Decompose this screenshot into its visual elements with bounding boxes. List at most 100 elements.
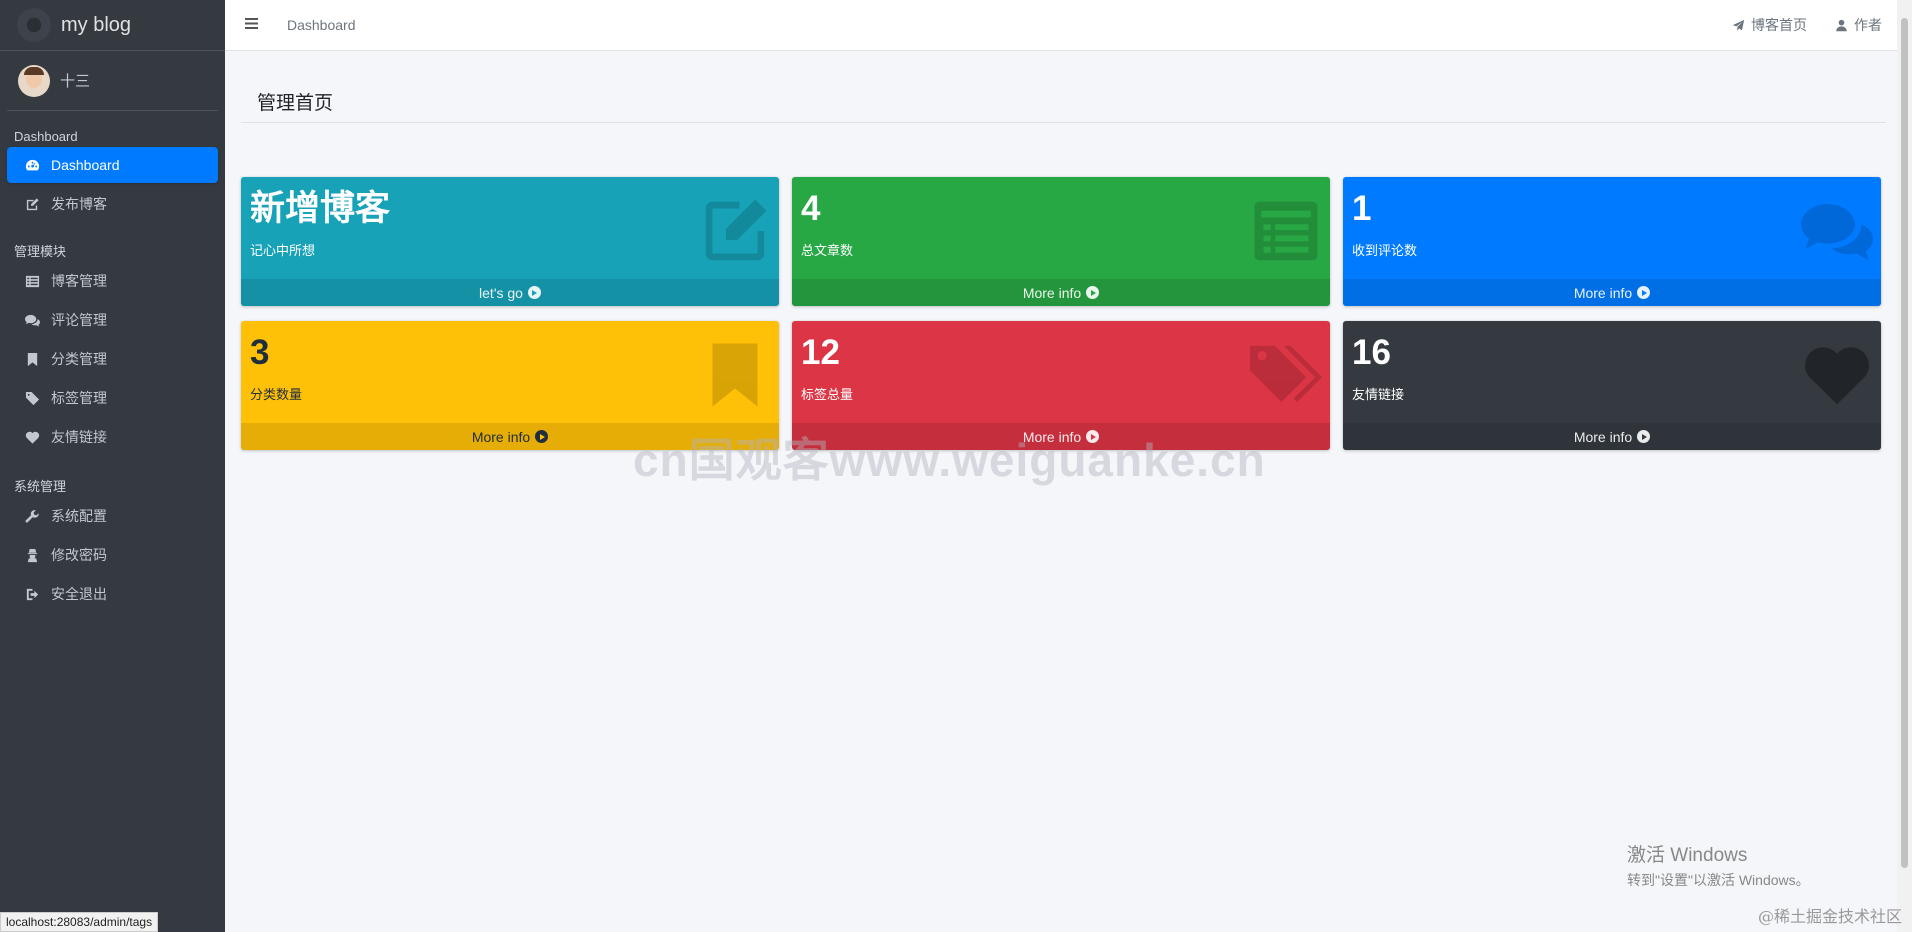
footer-label: More info: [471, 428, 531, 445]
sidebar-item-password[interactable]: 修改密码: [7, 537, 218, 573]
sign-out-icon: [23, 587, 41, 602]
arrow-circle-right-icon: [1086, 430, 1100, 443]
sidebar-item-blogs[interactable]: 博客管理: [7, 263, 218, 299]
stats-boxes: 新增博客 记心中所想 let's go 4 总文章数 More info 1 收…: [241, 177, 1882, 450]
arrow-circle-right-icon: [527, 286, 541, 299]
sidebar-item-links[interactable]: 友情链接: [7, 419, 218, 455]
nav-header-dashboard: Dashboard: [14, 129, 78, 144]
footer-label: More info: [1573, 284, 1633, 301]
stat-caption: 记心中所想: [250, 243, 316, 258]
sidebar-item-label: 标签管理: [51, 390, 107, 406]
stat-value: 1: [1352, 189, 1372, 228]
author-link[interactable]: 作者: [1835, 15, 1882, 35]
tags-icon: [23, 391, 41, 406]
sidebar-item-label: 发布博客: [51, 196, 107, 212]
blog-home-label: 博客首页: [1751, 17, 1807, 33]
stat-caption: 标签总量: [801, 387, 854, 402]
stat-box-footer-link[interactable]: More info: [241, 423, 779, 450]
heart-icon: [1801, 339, 1873, 411]
sidebar-item-publish[interactable]: 发布博客: [7, 186, 218, 222]
stat-caption: 分类数量: [250, 387, 303, 402]
list-alt-icon: [1250, 195, 1322, 267]
comments-icon: [23, 313, 41, 328]
sidebar-item-dashboard[interactable]: Dashboard: [7, 147, 218, 183]
stat-value: 4: [801, 189, 821, 228]
sidebar-item-label: 系统配置: [51, 508, 107, 524]
stat-box-comments: 1 收到评论数 More info: [1343, 177, 1881, 306]
blog-home-link[interactable]: 博客首页: [1732, 15, 1807, 35]
top-navbar: Dashboard 博客首页 作者: [225, 0, 1897, 51]
brand-logo-icon: [17, 8, 51, 42]
status-bar-url: localhost:28083/admin/tags: [0, 912, 159, 932]
sidebar-item-logout[interactable]: 安全退出: [7, 576, 218, 612]
stat-value: 新增博客: [250, 189, 391, 228]
stat-box-links: 16 友情链接 More info: [1343, 321, 1881, 450]
list-icon: [23, 274, 41, 289]
windows-activation-notice: 激活 Windows 转到"设置"以激活 Windows。: [1627, 840, 1810, 890]
stat-box-new-blog: 新增博客 记心中所想 let's go: [241, 177, 779, 306]
stat-value: 16: [1352, 333, 1391, 372]
footer-label: More info: [1022, 284, 1082, 301]
page-scrollbar[interactable]: [1897, 0, 1912, 932]
sidebar-item-label: 友情链接: [51, 429, 107, 445]
edit-icon: [699, 195, 771, 267]
user-panel[interactable]: 十三: [7, 51, 218, 111]
stat-box-footer-link[interactable]: let's go: [241, 279, 779, 306]
stat-box-footer-link[interactable]: More info: [792, 279, 1330, 306]
sidebar-item-categories[interactable]: 分类管理: [7, 341, 218, 377]
activation-subtitle: 转到"设置"以激活 Windows。: [1627, 872, 1810, 888]
footer-label: let's go: [479, 284, 523, 301]
sidebar-item-settings[interactable]: 系统配置: [7, 498, 218, 534]
arrow-circle-right-icon: [535, 430, 549, 443]
bookmark-icon: [699, 339, 771, 411]
stat-box-footer-link[interactable]: More info: [792, 423, 1330, 450]
stat-box-articles: 4 总文章数 More info: [792, 177, 1330, 306]
wrench-icon: [23, 509, 41, 524]
stat-value: 3: [250, 333, 270, 372]
footer-label: More info: [1022, 428, 1082, 445]
sidebar-item-label: 评论管理: [51, 312, 107, 328]
sidebar-item-label: 分类管理: [51, 351, 107, 367]
author-label: 作者: [1854, 17, 1882, 33]
stat-box-footer-link[interactable]: More info: [1343, 423, 1881, 450]
paper-plane-icon: [1732, 19, 1745, 31]
heart-icon: [23, 430, 41, 445]
arrow-circle-right-icon: [1637, 430, 1651, 443]
stat-value: 12: [801, 333, 840, 372]
credit-watermark: @稀土掘金技术社区: [1757, 907, 1902, 926]
breadcrumb-dashboard-link[interactable]: Dashboard: [287, 17, 356, 33]
stat-caption: 总文章数: [801, 243, 854, 258]
nav-header-manage: 管理模块: [14, 244, 67, 259]
sidebar-item-comments[interactable]: 评论管理: [7, 302, 218, 338]
edit-icon: [23, 197, 41, 212]
sidebar-item-label: Dashboard: [51, 157, 120, 173]
bookmark-icon: [23, 352, 41, 367]
stat-caption: 收到评论数: [1352, 243, 1418, 258]
user-name: 十三: [60, 73, 91, 90]
sidebar-item-label: 安全退出: [51, 586, 107, 602]
user-secret-icon: [23, 548, 41, 563]
avatar: [18, 64, 50, 97]
arrow-circle-right-icon: [1637, 286, 1651, 299]
sidebar: my blog 十三 Dashboard Dashboard 发布博客 管理模块…: [0, 0, 225, 932]
stat-caption: 友情链接: [1352, 387, 1405, 402]
page-title: 管理首页: [257, 93, 334, 114]
top-right-links: 博客首页 作者: [1704, 15, 1882, 35]
content-header: 管理首页: [241, 52, 1886, 123]
scroll-thumb[interactable]: [1901, 18, 1908, 868]
dashboard-icon: [23, 158, 41, 173]
sidebar-item-tags[interactable]: 标签管理: [7, 380, 218, 416]
stat-box-tags: 12 标签总量 More info: [792, 321, 1330, 450]
footer-label: More info: [1573, 428, 1633, 445]
brand-link[interactable]: my blog: [0, 0, 225, 51]
stat-box-footer-link[interactable]: More info: [1343, 279, 1881, 306]
brand-name: my blog: [61, 13, 132, 36]
tags-icon: [1250, 339, 1322, 411]
user-icon: [1836, 19, 1847, 31]
sidebar-item-label: 博客管理: [51, 273, 107, 289]
activation-title: 激活 Windows: [1627, 845, 1748, 866]
comments-icon: [1801, 195, 1873, 267]
arrow-circle-right-icon: [1086, 286, 1100, 299]
hamburger-icon[interactable]: [245, 16, 269, 34]
sidebar-item-label: 修改密码: [51, 547, 107, 563]
